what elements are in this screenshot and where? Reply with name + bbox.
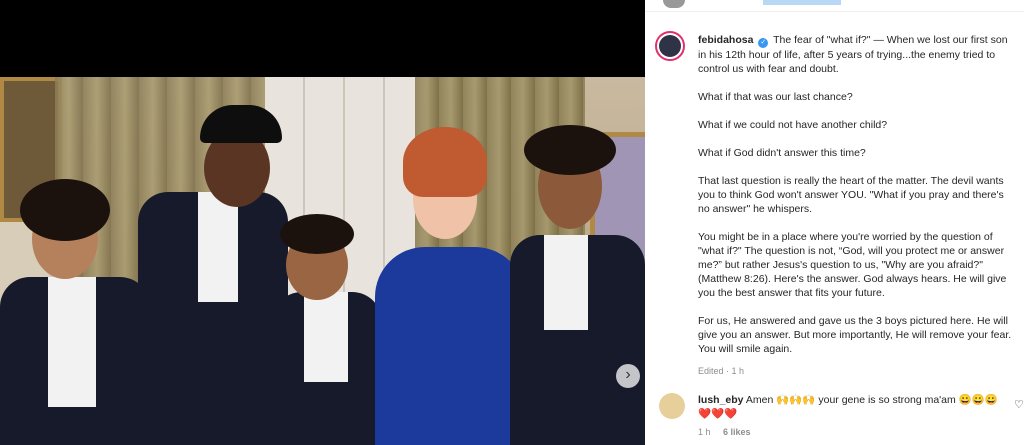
verified-badge-icon: ✓ [758, 38, 769, 48]
caption-paragraph: What if that was our last chance? [698, 91, 853, 103]
post-photo: › [0, 77, 645, 445]
chevron-right-icon: › [625, 366, 631, 383]
caption-paragraph: febidahosa ✓ The fear of "what if?" — Wh… [698, 33, 1018, 76]
person-man [138, 97, 288, 445]
caption-paragraph: What if God didn't answer this time? [698, 147, 866, 159]
post-details-panel: febidahosa ✓ The fear of "what if?" — Wh… [645, 0, 1024, 445]
post-media: › [0, 0, 645, 445]
caption-paragraph: That last question is really the heart o… [698, 175, 1004, 215]
person-boy-middle [272, 212, 382, 445]
caption-paragraph: What if we could not have another child? [698, 119, 888, 131]
person-woman [375, 127, 525, 445]
header-avatar[interactable] [663, 0, 685, 8]
header-strip [645, 0, 1024, 12]
caption-paragraph: For us, He answered and gave us the 3 bo… [698, 315, 1012, 355]
comment: lush_eby Amen 🙌🙌🙌 your gene is so strong… [698, 393, 998, 421]
comment-likes[interactable]: 6 likes [723, 427, 751, 437]
comment-avatar[interactable] [659, 393, 685, 419]
caption-avatar[interactable] [655, 31, 685, 61]
comment-username[interactable]: lush_eby [698, 394, 744, 406]
heart-icon[interactable]: ♡ [1014, 398, 1024, 411]
edited-timestamp: Edited · 1 h [698, 366, 745, 376]
caption-paragraph: You might be in a place where you're wor… [698, 231, 1007, 299]
post-caption: febidahosa ✓ The fear of "what if?" — Wh… [698, 33, 1018, 378]
comment-meta: 1 h 6 likes [698, 427, 761, 437]
next-image-button[interactable]: › [616, 364, 640, 388]
caption-username[interactable]: febidahosa [698, 34, 753, 46]
person-boy-right [510, 125, 645, 445]
comment-time: 1 h [698, 427, 711, 437]
person-boy-left [0, 177, 150, 445]
header-follow-indicator [763, 0, 841, 5]
